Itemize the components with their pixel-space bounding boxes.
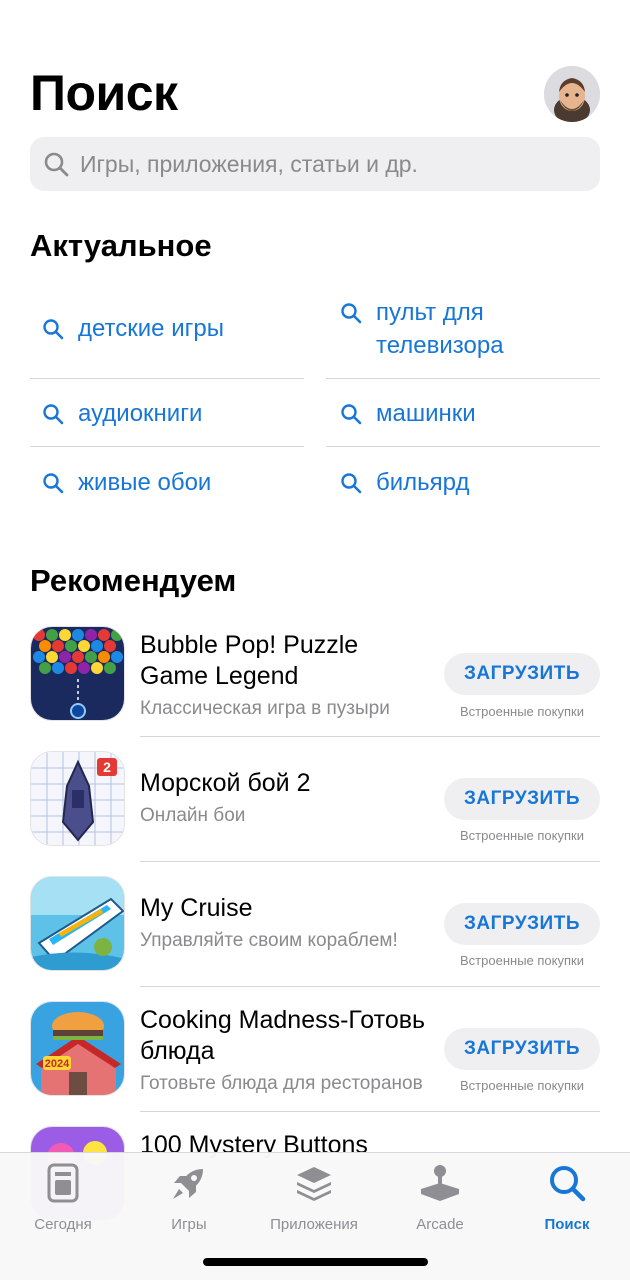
in-app-purchases-label: Встроенные покупки bbox=[460, 704, 584, 719]
divider bbox=[30, 446, 304, 447]
app-icon-sea-battle[interactable]: 2 bbox=[30, 751, 125, 846]
trending-item-label: аудиокниги bbox=[78, 400, 203, 427]
tab-label: Поиск bbox=[544, 1216, 590, 1233]
today-icon bbox=[47, 1163, 79, 1203]
svg-text:2: 2 bbox=[103, 759, 111, 775]
tab-today[interactable]: Сегодня bbox=[3, 1163, 123, 1233]
divider bbox=[140, 986, 600, 987]
trending-title: Актуальное bbox=[30, 228, 212, 263]
trending-item[interactable]: машинки bbox=[340, 397, 476, 430]
trending-item[interactable]: живые обои bbox=[42, 466, 211, 499]
tab-label: Сегодня bbox=[34, 1216, 92, 1233]
apps-stack-icon bbox=[297, 1167, 331, 1201]
search-icon bbox=[43, 473, 64, 494]
search-icon bbox=[341, 473, 362, 494]
divider bbox=[140, 1111, 600, 1112]
app-name: Морской бой 2 bbox=[140, 769, 311, 797]
divider bbox=[326, 378, 600, 379]
battleship-icon: 2 bbox=[31, 752, 124, 845]
trending-item-label: пульт для телевизора bbox=[376, 299, 504, 359]
tab-label: Приложения bbox=[270, 1216, 358, 1233]
divider bbox=[326, 446, 600, 447]
memoji-avatar-icon bbox=[544, 66, 600, 122]
search-placeholder: Игры, приложения, статьи и др. bbox=[80, 150, 418, 177]
search-icon bbox=[550, 1166, 586, 1202]
search-icon bbox=[44, 152, 69, 177]
get-button[interactable]: ЗАГРУЗИТЬ bbox=[444, 903, 600, 945]
divider bbox=[30, 378, 304, 379]
app-info: My Cruise Управляйте своим кораблем! bbox=[140, 893, 430, 952]
get-button[interactable]: ЗАГРУЗИТЬ bbox=[444, 653, 600, 695]
svg-text:2024: 2024 bbox=[45, 1058, 70, 1070]
app-row[interactable]: Bubble Pop! Puzzle Game Legend Классичес… bbox=[30, 626, 600, 750]
app-subtitle: Онлайн бои bbox=[140, 805, 246, 826]
search-icon bbox=[341, 404, 362, 425]
trending-item-label: детские игры bbox=[78, 315, 224, 342]
app-icon-cooking-madness[interactable]: 2024 bbox=[30, 1001, 125, 1096]
app-name: Cooking Madness-Готовь блюда bbox=[140, 1006, 426, 1065]
header: Поиск bbox=[30, 62, 600, 122]
search-icon bbox=[43, 319, 64, 340]
get-button[interactable]: ЗАГРУЗИТЬ bbox=[444, 778, 600, 820]
rocket-icon bbox=[173, 1169, 203, 1199]
cruise-ship-icon bbox=[31, 877, 124, 970]
search-icon bbox=[341, 303, 362, 324]
app-subtitle: Готовьте блюда для ресторанов bbox=[140, 1073, 423, 1094]
app-name: Bubble Pop! Puzzle Game Legend bbox=[140, 631, 359, 690]
tab-label: Игры bbox=[171, 1216, 207, 1233]
app-row[interactable]: 2024 Cooking Madness-Готовь блюда Готовь… bbox=[30, 1001, 600, 1125]
app-name: My Cruise bbox=[140, 894, 253, 922]
app-icon-bubble-pop[interactable] bbox=[30, 626, 125, 721]
search-input[interactable]: Игры, приложения, статьи и др. bbox=[30, 137, 600, 191]
search-icon bbox=[43, 404, 64, 425]
app-subtitle: Классическая игра в пузыри bbox=[140, 698, 390, 719]
app-info: Bubble Pop! Puzzle Game Legend Классичес… bbox=[140, 630, 430, 720]
trending-item[interactable]: аудиокниги bbox=[42, 397, 202, 430]
bubble-pop-icon bbox=[31, 627, 124, 720]
get-button[interactable]: ЗАГРУЗИТЬ bbox=[444, 1028, 600, 1070]
tab-label: Arcade bbox=[416, 1216, 464, 1233]
home-indicator[interactable] bbox=[203, 1258, 428, 1266]
tab-search[interactable]: Поиск bbox=[507, 1163, 627, 1233]
trending-item-label: живые обои bbox=[78, 469, 212, 496]
trending-item[interactable]: детские игры bbox=[42, 312, 224, 345]
tab-arcade[interactable]: Arcade bbox=[380, 1163, 500, 1233]
trending-item[interactable]: пульт для телевизора bbox=[340, 296, 560, 362]
divider bbox=[140, 736, 600, 737]
trending-item-label: машинки bbox=[376, 400, 476, 427]
avatar[interactable] bbox=[544, 66, 600, 122]
trending-item-label: бильярд bbox=[376, 469, 470, 496]
app-info: Cooking Madness-Готовь блюда Готовьте бл… bbox=[140, 1005, 430, 1095]
burger-restaurant-icon: 2024 bbox=[31, 1002, 124, 1095]
divider bbox=[140, 861, 600, 862]
app-row[interactable]: 2 Морской бой 2 Онлайн бои ЗАГРУЗИТЬ Вст… bbox=[30, 751, 600, 875]
app-info: Морской бой 2 Онлайн бои bbox=[140, 768, 430, 827]
in-app-purchases-label: Встроенные покупки bbox=[460, 953, 584, 968]
in-app-purchases-label: Встроенные покупки bbox=[460, 828, 584, 843]
app-subtitle: Управляйте своим кораблем! bbox=[140, 930, 398, 951]
app-icon-my-cruise[interactable] bbox=[30, 876, 125, 971]
joystick-icon bbox=[421, 1165, 459, 1201]
page-title: Поиск bbox=[30, 65, 178, 121]
tab-apps[interactable]: Приложения bbox=[254, 1163, 374, 1233]
tab-games[interactable]: Игры bbox=[129, 1163, 249, 1233]
in-app-purchases-label: Встроенные покупки bbox=[460, 1078, 584, 1093]
recommended-title: Рекомендуем bbox=[30, 563, 237, 598]
app-row[interactable]: My Cruise Управляйте своим кораблем! ЗАГ… bbox=[30, 876, 600, 1000]
trending-item[interactable]: бильярд bbox=[340, 466, 469, 499]
